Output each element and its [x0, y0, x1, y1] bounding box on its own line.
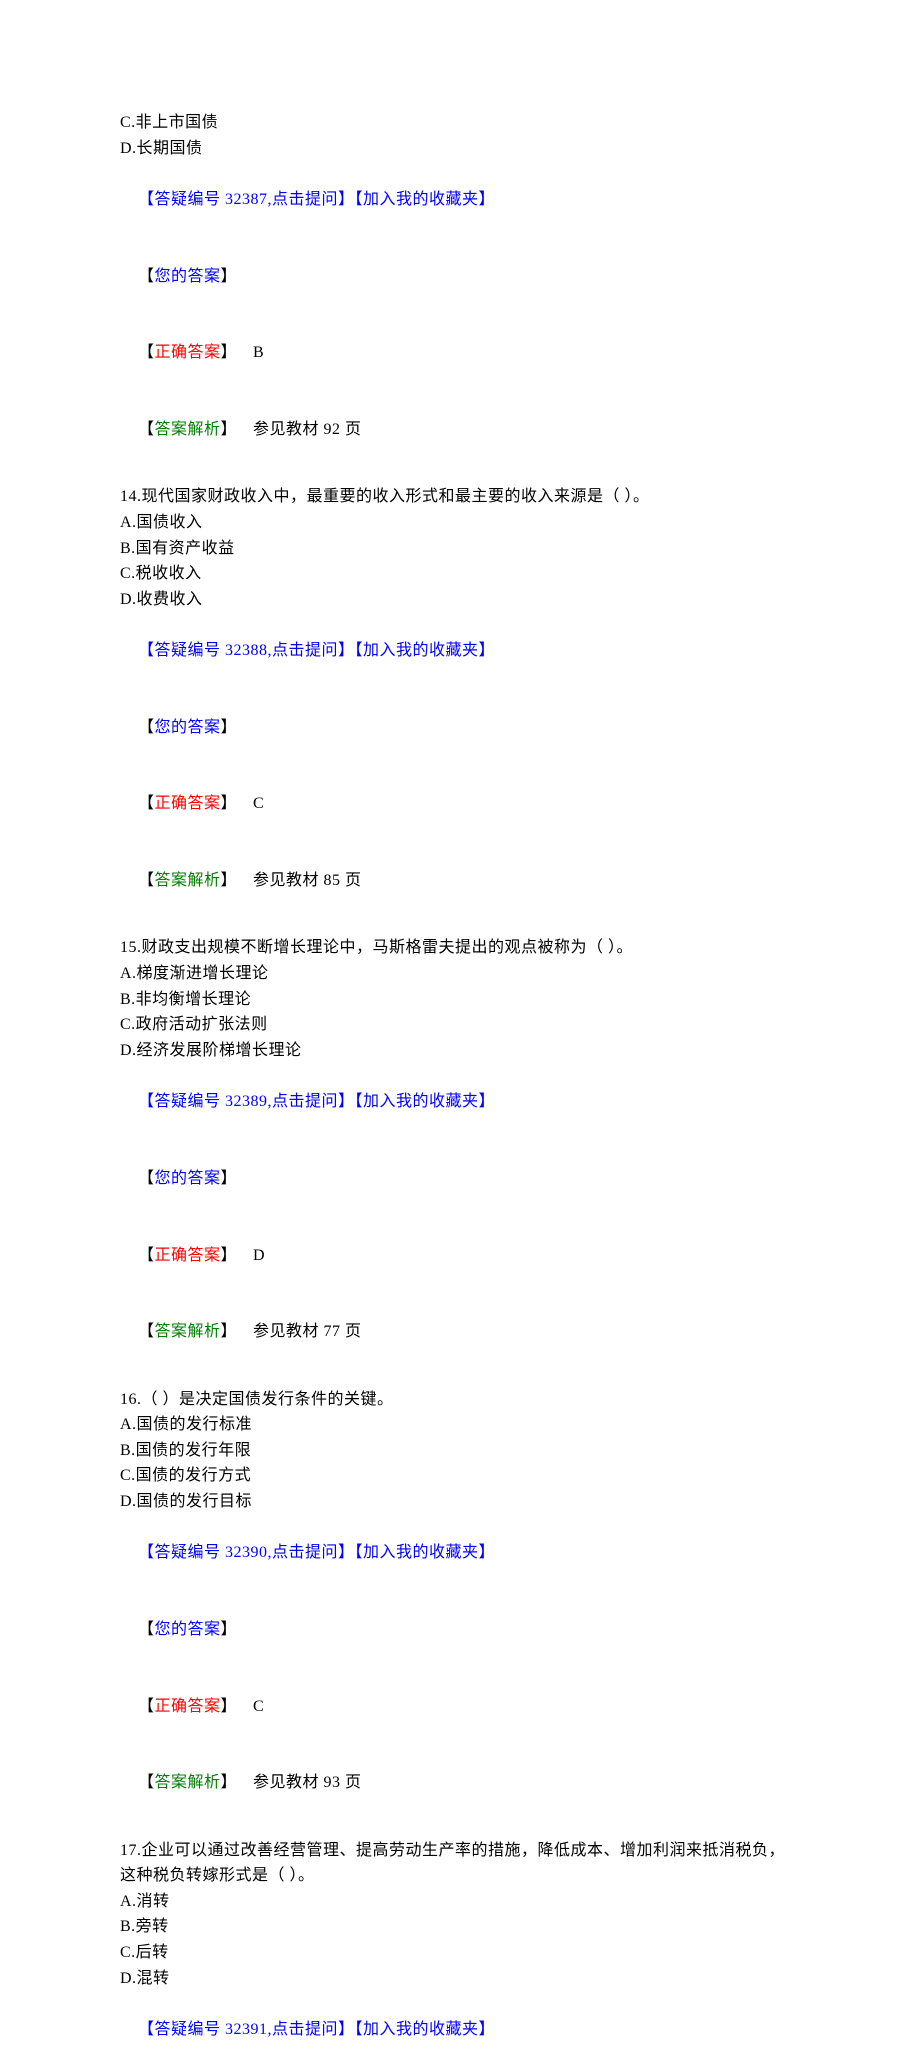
q14-links: 【答疑编号 32388,点击提问】【加入我的收藏夹】	[120, 612, 800, 689]
explain-label: 答案解析	[155, 872, 221, 889]
q17-stem: 17.企业可以通过改善经营管理、提高劳动生产率的措施，降低成本、增加利润来抵消税…	[120, 1838, 800, 1889]
q15-your-answer: 【您的答案】	[120, 1140, 800, 1217]
bracket-open: 【	[138, 1698, 155, 1715]
explain-label: 答案解析	[155, 1323, 221, 1340]
q14-correct-value: C	[237, 795, 264, 812]
bracket-open: 【	[138, 1170, 155, 1187]
q16-links: 【答疑编号 32390,点击提问】【加入我的收藏夹】	[120, 1514, 800, 1591]
bracket-open: 【	[138, 795, 155, 812]
q16-fav-link[interactable]: 【加入我的收藏夹】	[355, 1544, 496, 1561]
q14-correct-answer: 【正确答案】C	[120, 766, 800, 843]
bracket-close: 】	[221, 1247, 238, 1264]
q13-option-c: C.非上市国债	[120, 110, 800, 136]
q17-links: 【答疑编号 32391,点击提问】【加入我的收藏夹】	[120, 1991, 800, 2068]
explain-label: 答案解析	[155, 1774, 221, 1791]
bracket-open: 【	[138, 1247, 155, 1264]
q15-links: 【答疑编号 32389,点击提问】【加入我的收藏夹】	[120, 1063, 800, 1140]
your-answer-label: 您的答案	[155, 1621, 221, 1638]
bracket-close: 】	[221, 1774, 238, 1791]
correct-answer-label: 正确答案	[155, 795, 221, 812]
q16-option-d: D.国债的发行目标	[120, 1489, 800, 1515]
q15-option-d: D.经济发展阶梯增长理论	[120, 1038, 800, 1064]
q13-your-answer: 【您的答案】	[120, 238, 800, 315]
q13-explain-text: 参见教材 92 页	[237, 421, 362, 438]
bracket-open: 【	[138, 872, 155, 889]
q13-correct-answer: 【正确答案】B	[120, 315, 800, 392]
q16-explain: 【答案解析】参见教材 93 页	[120, 1745, 800, 1822]
q16-stem: 16.（ ）是决定国债发行条件的关键。	[120, 1387, 800, 1413]
bracket-close: 】	[221, 268, 238, 285]
q16-correct-answer: 【正确答案】C	[120, 1668, 800, 1745]
q16-explain-text: 参见教材 93 页	[237, 1774, 362, 1791]
q16-correct-value: C	[237, 1698, 264, 1715]
bracket-close: 】	[221, 1323, 238, 1340]
q15-option-c: C.政府活动扩张法则	[120, 1012, 800, 1038]
q13-ask-link[interactable]: 【答疑编号 32387,点击提问】	[138, 191, 355, 208]
explain-label: 答案解析	[155, 421, 221, 438]
q13-correct-value: B	[237, 344, 264, 361]
q16-ask-link[interactable]: 【答疑编号 32390,点击提问】	[138, 1544, 355, 1561]
q15-correct-answer: 【正确答案】D	[120, 1217, 800, 1294]
q15-ask-link[interactable]: 【答疑编号 32389,点击提问】	[138, 1093, 355, 1110]
q16-option-c: C.国债的发行方式	[120, 1463, 800, 1489]
bracket-open: 【	[138, 268, 155, 285]
bracket-close: 】	[221, 421, 238, 438]
q15-option-a: A.梯度渐进增长理论	[120, 961, 800, 987]
q17-option-b: B.旁转	[120, 1914, 800, 1940]
q14-stem: 14.现代国家财政收入中，最重要的收入形式和最主要的收入来源是（ ）。	[120, 484, 800, 510]
q16-option-b: B.国债的发行年限	[120, 1438, 800, 1464]
page-content: C.非上市国债 D.长期国债 【答疑编号 32387,点击提问】【加入我的收藏夹…	[0, 0, 920, 2068]
q16-option-a: A.国债的发行标准	[120, 1412, 800, 1438]
q13-option-d: D.长期国债	[120, 136, 800, 162]
q15-correct-value: D	[237, 1247, 265, 1264]
correct-answer-label: 正确答案	[155, 344, 221, 361]
bracket-open: 【	[138, 1621, 155, 1638]
your-answer-label: 您的答案	[155, 1170, 221, 1187]
your-answer-label: 您的答案	[155, 268, 221, 285]
bracket-close: 】	[221, 1698, 238, 1715]
correct-answer-label: 正确答案	[155, 1698, 221, 1715]
q14-fav-link[interactable]: 【加入我的收藏夹】	[355, 642, 496, 659]
q17-option-d: D.混转	[120, 1966, 800, 1992]
q16-your-answer: 【您的答案】	[120, 1591, 800, 1668]
q14-option-a: A.国债收入	[120, 510, 800, 536]
correct-answer-label: 正确答案	[155, 1247, 221, 1264]
q14-explain-text: 参见教材 85 页	[237, 872, 362, 889]
bracket-close: 】	[221, 795, 238, 812]
q15-explain: 【答案解析】参见教材 77 页	[120, 1294, 800, 1371]
your-answer-label: 您的答案	[155, 719, 221, 736]
q14-option-d: D.收费收入	[120, 587, 800, 613]
q13-fav-link[interactable]: 【加入我的收藏夹】	[355, 191, 496, 208]
bracket-open: 【	[138, 344, 155, 361]
bracket-close: 】	[221, 872, 238, 889]
q14-your-answer: 【您的答案】	[120, 689, 800, 766]
q14-ask-link[interactable]: 【答疑编号 32388,点击提问】	[138, 642, 355, 659]
q14-option-b: B.国有资产收益	[120, 536, 800, 562]
q15-option-b: B.非均衡增长理论	[120, 987, 800, 1013]
q17-option-a: A.消转	[120, 1889, 800, 1915]
q17-ask-link[interactable]: 【答疑编号 32391,点击提问】	[138, 2021, 355, 2038]
bracket-open: 【	[138, 719, 155, 736]
bracket-close: 】	[221, 1621, 238, 1638]
q15-stem: 15.财政支出规模不断增长理论中，马斯格雷夫提出的观点被称为（ ）。	[120, 935, 800, 961]
bracket-close: 】	[221, 719, 238, 736]
bracket-close: 】	[221, 344, 238, 361]
bracket-open: 【	[138, 1323, 155, 1340]
bracket-open: 【	[138, 1774, 155, 1791]
q13-explain: 【答案解析】参见教材 92 页	[120, 392, 800, 469]
q15-fav-link[interactable]: 【加入我的收藏夹】	[355, 1093, 496, 1110]
q17-fav-link[interactable]: 【加入我的收藏夹】	[355, 2021, 496, 2038]
bracket-close: 】	[221, 1170, 238, 1187]
q13-links: 【答疑编号 32387,点击提问】【加入我的收藏夹】	[120, 161, 800, 238]
q17-option-c: C.后转	[120, 1940, 800, 1966]
bracket-open: 【	[138, 421, 155, 438]
q15-explain-text: 参见教材 77 页	[237, 1323, 362, 1340]
q14-option-c: C.税收收入	[120, 561, 800, 587]
q14-explain: 【答案解析】参见教材 85 页	[120, 843, 800, 920]
